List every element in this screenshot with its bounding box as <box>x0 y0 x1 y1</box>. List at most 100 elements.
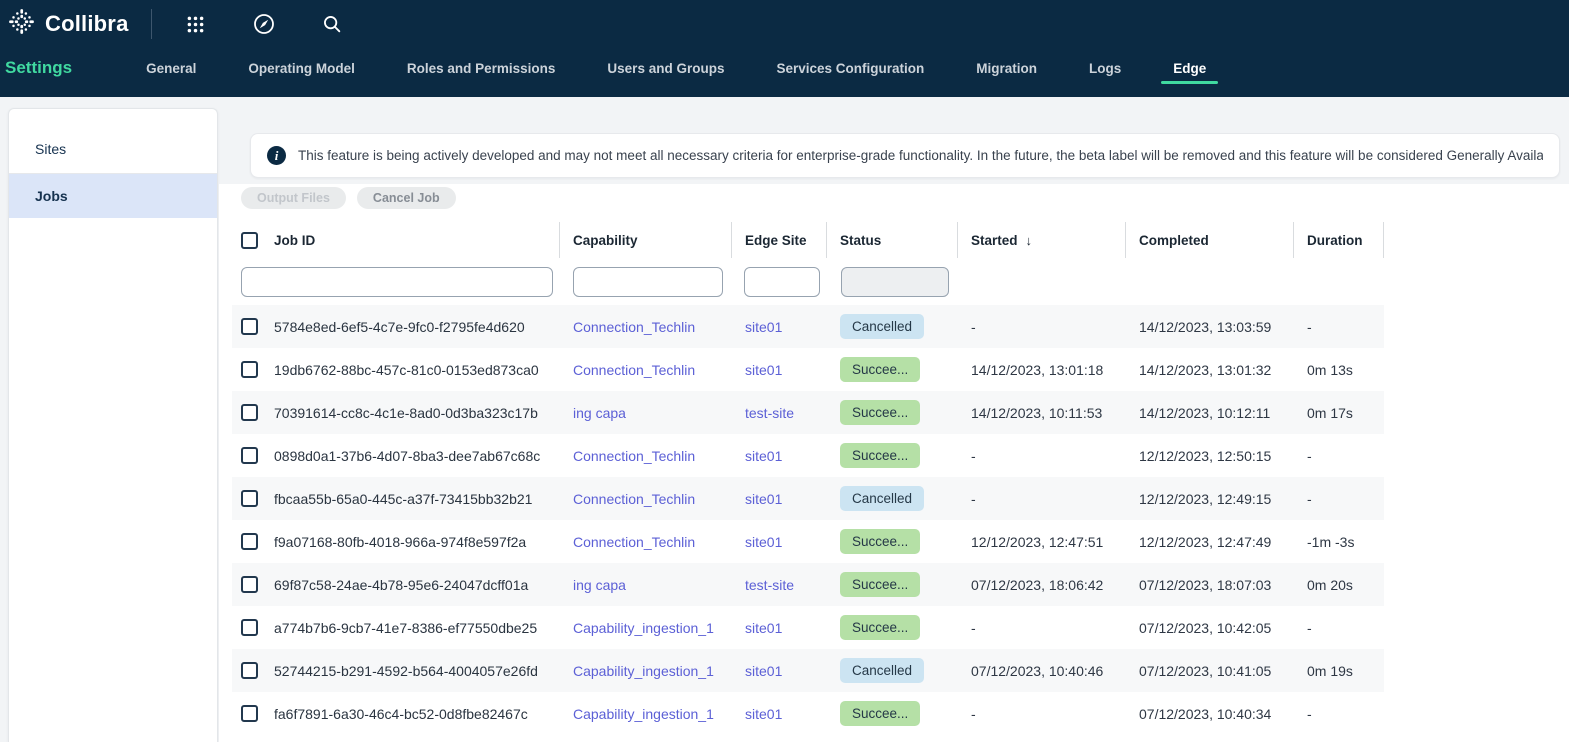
row-checkbox[interactable] <box>241 662 258 679</box>
capability-link[interactable]: Capability_ingestion_1 <box>573 663 714 679</box>
started-cell: - <box>971 706 976 722</box>
capability-link[interactable]: Connection_Techlin <box>573 491 695 507</box>
tab-general[interactable]: General <box>120 61 222 90</box>
header-status[interactable]: Status <box>827 222 958 258</box>
started-cell: - <box>971 319 976 335</box>
row-checkbox[interactable] <box>241 533 258 550</box>
collibra-logo[interactable]: Collibra <box>8 8 129 40</box>
tab-operating-model[interactable]: Operating Model <box>222 61 381 90</box>
sidebar-item-sites[interactable]: Sites <box>9 127 217 171</box>
edge-site-link[interactable]: test-site <box>745 405 794 421</box>
capability-link[interactable]: Connection_Techlin <box>573 362 695 378</box>
table-row[interactable]: 52744215-b291-4592-b564-4004057e26fd Cap… <box>232 649 1384 692</box>
capability-link[interactable]: Connection_Techlin <box>573 319 695 335</box>
capability-link[interactable]: Capability_ingestion_1 <box>573 706 714 722</box>
beta-banner-text: This feature is being actively developed… <box>298 148 1543 163</box>
row-checkbox[interactable] <box>241 490 258 507</box>
table-row[interactable]: 5784e8ed-6ef5-4c7e-9fc0-f2795fe4d620 Con… <box>232 305 1384 348</box>
duration-cell: 0m 19s <box>1307 663 1353 679</box>
table-row[interactable]: f9a07168-80fb-4018-966a-974f8e597f2a Con… <box>232 520 1384 563</box>
capability-link[interactable]: Connection_Techlin <box>573 534 695 550</box>
tab-services-configuration[interactable]: Services Configuration <box>750 61 950 90</box>
brand-name: Collibra <box>45 11 129 37</box>
capability-link[interactable]: Capability_ingestion_1 <box>573 620 714 636</box>
duration-cell: 0m 17s <box>1307 405 1353 421</box>
header-started[interactable]: Started ↓ <box>958 222 1126 258</box>
table-row[interactable]: 69f87c58-24ae-4b78-95e6-24047dcff01a ing… <box>232 563 1384 606</box>
capability-filter-input[interactable] <box>573 267 723 297</box>
started-cell: 12/12/2023, 12:47:51 <box>971 534 1103 550</box>
select-all-checkbox[interactable] <box>241 232 258 249</box>
capability-link[interactable]: Connection_Techlin <box>573 448 695 464</box>
capability-link[interactable]: ing capa <box>573 577 626 593</box>
row-checkbox[interactable] <box>241 361 258 378</box>
row-checkbox[interactable] <box>241 576 258 593</box>
status-badge: Succee... <box>840 400 920 425</box>
apps-grid-icon[interactable] <box>184 12 208 36</box>
status-filter-select[interactable] <box>841 267 949 297</box>
job-id-cell: 52744215-b291-4592-b564-4004057e26fd <box>274 663 538 679</box>
status-badge: Succee... <box>840 443 920 468</box>
tab-roles-and-permissions[interactable]: Roles and Permissions <box>381 61 582 90</box>
header-edge-site[interactable]: Edge Site <box>732 222 827 258</box>
duration-cell: - <box>1307 319 1312 335</box>
status-badge: Succee... <box>840 572 920 597</box>
edge-site-link[interactable]: site01 <box>745 706 782 722</box>
header-job-id[interactable]: Job ID <box>232 222 560 258</box>
started-cell: - <box>971 620 976 636</box>
tab-migration[interactable]: Migration <box>950 61 1063 90</box>
header-completed[interactable]: Completed <box>1126 222 1294 258</box>
table-row[interactable]: fbcaa55b-65a0-445c-a37f-73415bb32b21 Con… <box>232 477 1384 520</box>
tab-users-and-groups[interactable]: Users and Groups <box>581 61 750 90</box>
sort-desc-icon[interactable]: ↓ <box>1026 233 1033 248</box>
capability-link[interactable]: ing capa <box>573 405 626 421</box>
header-capability[interactable]: Capability <box>560 222 732 258</box>
edge-site-link[interactable]: site01 <box>745 620 782 636</box>
row-checkbox[interactable] <box>241 404 258 421</box>
output-files-button[interactable]: Output Files <box>241 187 346 209</box>
edge-site-link[interactable]: site01 <box>745 491 782 507</box>
completed-cell: 07/12/2023, 10:42:05 <box>1139 620 1271 636</box>
edge-site-link[interactable]: site01 <box>745 362 782 378</box>
job-id-cell: 19db6762-88bc-457c-81c0-0153ed873ca0 <box>274 362 539 378</box>
completed-cell: 14/12/2023, 13:03:59 <box>1139 319 1271 335</box>
edge-site-link[interactable]: site01 <box>745 534 782 550</box>
status-badge: Cancelled <box>840 658 924 683</box>
edge-site-link[interactable]: site01 <box>745 319 782 335</box>
completed-cell: 07/12/2023, 10:40:34 <box>1139 706 1271 722</box>
header-duration[interactable]: Duration <box>1294 222 1384 258</box>
edge-site-filter-input[interactable] <box>744 267 820 297</box>
duration-cell: - <box>1307 448 1312 464</box>
completed-cell: 12/12/2023, 12:50:15 <box>1139 448 1271 464</box>
table-row[interactable]: 19db6762-88bc-457c-81c0-0153ed873ca0 Con… <box>232 348 1384 391</box>
job-id-cell: 70391614-cc8c-4c1e-8ad0-0d3ba323c17b <box>274 405 538 421</box>
job-id-cell: fa6f7891-6a30-46c4-bc52-0d8fbe82467c <box>274 706 528 722</box>
row-checkbox[interactable] <box>241 447 258 464</box>
cancel-job-button[interactable]: Cancel Job <box>357 187 456 209</box>
row-checkbox[interactable] <box>241 705 258 722</box>
sidebar-item-jobs[interactable]: Jobs <box>9 174 217 218</box>
tab-logs[interactable]: Logs <box>1063 61 1147 90</box>
edge-site-link[interactable]: site01 <box>745 448 782 464</box>
table-row[interactable]: 0898d0a1-37b6-4d07-8ba3-dee7ab67c68c Con… <box>232 434 1384 477</box>
job-id-filter-input[interactable] <box>241 267 553 297</box>
status-badge: Cancelled <box>840 486 924 511</box>
job-id-cell: fbcaa55b-65a0-445c-a37f-73415bb32b21 <box>274 491 532 507</box>
tab-edge[interactable]: Edge <box>1147 61 1232 90</box>
search-icon[interactable] <box>320 12 344 36</box>
table-filter-row <box>232 258 1384 305</box>
row-checkbox[interactable] <box>241 318 258 335</box>
row-checkbox[interactable] <box>241 619 258 636</box>
settings-tabs: GeneralOperating ModelRoles and Permissi… <box>120 61 1232 90</box>
duration-cell: 0m 13s <box>1307 362 1353 378</box>
settings-title[interactable]: Settings <box>5 58 72 90</box>
edge-site-link[interactable]: test-site <box>745 577 794 593</box>
completed-cell: 14/12/2023, 13:01:32 <box>1139 362 1271 378</box>
table-row[interactable]: a774b7b6-9cb7-41e7-8386-ef77550dbe25 Cap… <box>232 606 1384 649</box>
compass-icon[interactable] <box>252 12 276 36</box>
job-id-cell: f9a07168-80fb-4018-966a-974f8e597f2a <box>274 534 526 550</box>
started-cell: - <box>971 448 976 464</box>
table-row[interactable]: 70391614-cc8c-4c1e-8ad0-0d3ba323c17b ing… <box>232 391 1384 434</box>
table-row[interactable]: fa6f7891-6a30-46c4-bc52-0d8fbe82467c Cap… <box>232 692 1384 735</box>
edge-site-link[interactable]: site01 <box>745 663 782 679</box>
